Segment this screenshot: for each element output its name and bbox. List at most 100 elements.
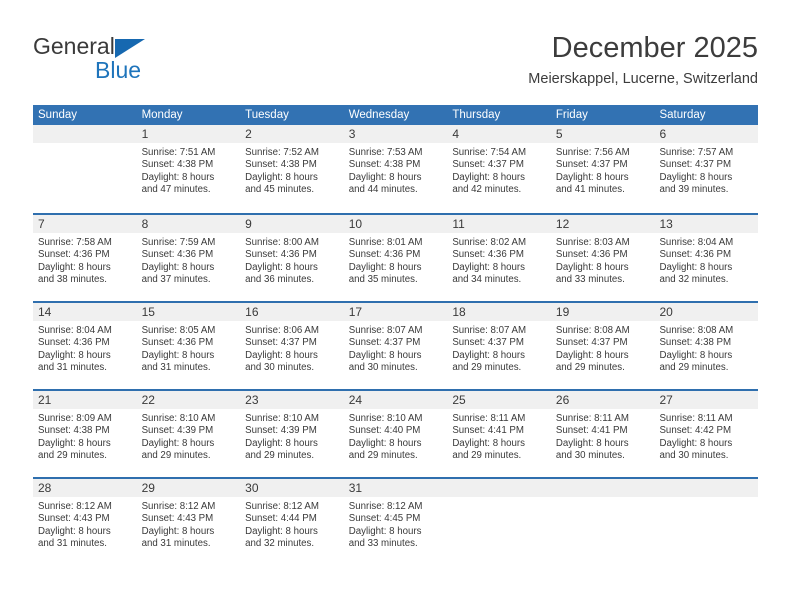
day-info: Sunrise: 8:10 AM Sunset: 4:39 PM Daylight:… — [240, 409, 344, 463]
daylight-text-line1: Daylight: 8 hours — [555, 261, 629, 273]
day-info: Sunrise: 8:08 AM Sunset: 4:38 PM Daylight:… — [654, 321, 758, 375]
daylight-text-line1: Daylight: 8 hours — [245, 261, 318, 273]
daylight-text-line2: and 47 minutes. — [141, 184, 211, 196]
day-cell[interactable]: 5 Sunrise: 7:56 AM Sunset: 4:37 PM Daylight… — [550, 125, 655, 213]
sunset-text: Sunset: 4:40 PM — [348, 425, 421, 437]
sunrise-text: Sunrise: 8:10 AM — [245, 413, 319, 424]
week-row: 1 Sunrise: 7:51 AM Sunset: 4:38 PM Daylight… — [33, 125, 759, 213]
sunset-text: Sunset: 4:37 PM — [659, 159, 732, 171]
day-cell[interactable]: 25 Sunrise: 8:11 AM Sunset: 4:41 PM Dayligh… — [447, 391, 551, 477]
day-cell[interactable]: 6 Sunrise: 7:57 AM Sunset: 4:37 PM Daylight… — [654, 125, 759, 213]
day-number: 29 — [136, 479, 241, 497]
day-info: Sunrise: 7:57 AM Sunset: 4:37 PM Daylight:… — [654, 143, 758, 197]
daylight-text-line1: Daylight: 8 hours — [38, 261, 111, 273]
day-cell[interactable]: 22 Sunrise: 8:10 AM Sunset: 4:39 PM Dayligh… — [136, 391, 241, 477]
day-cell[interactable]: 17 Sunrise: 8:07 AM Sunset: 4:37 PM Dayligh… — [343, 303, 448, 389]
day-info: Sunrise: 8:08 AM Sunset: 4:37 PM Daylight:… — [551, 321, 655, 375]
daylight-text-line1: Daylight: 8 hours — [348, 349, 422, 361]
page-header: General Blue December 2025 Meierskappel,… — [33, 30, 758, 96]
sunset-text: Sunset: 4:38 PM — [245, 159, 317, 171]
day-cell[interactable]: 16 Sunrise: 8:06 AM Sunset: 4:37 PM Dayligh… — [240, 303, 344, 389]
day-info: Sunrise: 7:51 AM Sunset: 4:38 PM Daylight:… — [137, 143, 241, 197]
day-cell[interactable]: 11 Sunrise: 8:02 AM Sunset: 4:36 PM Dayligh… — [447, 215, 551, 301]
calendar-grid: Sunday Monday Tuesday Wednesday Thursday Frid… — [33, 105, 759, 565]
day-cell[interactable]: 8 Sunrise: 7:59 AM Sunset: 4:36 PM Daylight… — [136, 215, 241, 301]
day-number — [550, 479, 655, 497]
day-cell[interactable]: 13 Sunrise: 8:04 AM Sunset: 4:36 PM Dayligh… — [654, 215, 759, 301]
day-number: 25 — [447, 391, 551, 409]
sunset-text: Sunset: 4:44 PM — [245, 513, 317, 525]
sunrise-text: Sunrise: 8:08 AM — [659, 325, 734, 336]
general-blue-logo[interactable]: General Blue — [33, 34, 233, 90]
sunrise-text: Sunrise: 8:12 AM — [245, 501, 319, 512]
day-cell-empty — [550, 479, 655, 565]
day-cell[interactable]: 27 Sunrise: 8:11 AM Sunset: 4:42 PM Dayligh… — [654, 391, 759, 477]
day-cell[interactable]: 4 Sunrise: 7:54 AM Sunset: 4:37 PM Daylight… — [447, 125, 551, 213]
day-cell[interactable]: 12 Sunrise: 8:03 AM Sunset: 4:36 PM Dayligh… — [550, 215, 655, 301]
sunset-text: Sunset: 4:36 PM — [141, 337, 214, 349]
day-info: Sunrise: 7:53 AM Sunset: 4:38 PM Daylight:… — [344, 143, 448, 197]
daylight-text-line2: and 31 minutes. — [141, 538, 211, 550]
sunrise-text: Sunrise: 7:54 AM — [452, 147, 527, 158]
daylight-text-line2: and 29 minutes. — [141, 450, 211, 462]
sunrise-text: Sunrise: 8:11 AM — [452, 413, 526, 424]
week-row: 14 Sunrise: 8:04 AM Sunset: 4:36 PM Dayligh… — [33, 301, 759, 389]
daylight-text-line2: and 29 minutes. — [659, 362, 729, 374]
daylight-text-line2: and 29 minutes. — [555, 362, 625, 374]
page-title: December 2025 — [551, 32, 758, 64]
day-cell[interactable]: 24 Sunrise: 8:10 AM Sunset: 4:40 PM Dayligh… — [343, 391, 448, 477]
triangle-icon — [115, 39, 145, 58]
day-cell[interactable]: 23 Sunrise: 8:10 AM Sunset: 4:39 PM Dayligh… — [240, 391, 344, 477]
day-number: 2 — [240, 125, 344, 143]
day-cell[interactable]: 15 Sunrise: 8:05 AM Sunset: 4:36 PM Dayligh… — [136, 303, 241, 389]
daylight-text-line1: Daylight: 8 hours — [38, 525, 111, 537]
title-block: December 2025 Meierskappel, Lucerne, Swi… — [528, 30, 758, 89]
day-number: 20 — [654, 303, 759, 321]
day-cell[interactable]: 29 Sunrise: 8:12 AM Sunset: 4:43 PM Dayligh… — [136, 479, 241, 565]
day-info: Sunrise: 8:12 AM Sunset: 4:44 PM Daylight:… — [240, 497, 344, 551]
day-cell[interactable]: 14 Sunrise: 8:04 AM Sunset: 4:36 PM Dayligh… — [33, 303, 137, 389]
day-cell[interactable]: 31 Sunrise: 8:12 AM Sunset: 4:45 PM Dayligh… — [343, 479, 448, 565]
day-number: 24 — [343, 391, 448, 409]
daylight-text-line1: Daylight: 8 hours — [38, 349, 111, 361]
sunrise-text: Sunrise: 8:04 AM — [659, 237, 734, 248]
day-cell[interactable]: 20 Sunrise: 8:08 AM Sunset: 4:38 PM Dayligh… — [654, 303, 759, 389]
daylight-text-line1: Daylight: 8 hours — [141, 525, 215, 537]
day-cell[interactable]: 2 Sunrise: 7:52 AM Sunset: 4:38 PM Daylight… — [240, 125, 344, 213]
daylight-text-line2: and 30 minutes. — [659, 450, 729, 462]
daylight-text-line1: Daylight: 8 hours — [245, 437, 318, 449]
sunset-text: Sunset: 4:37 PM — [245, 337, 317, 349]
day-cell[interactable]: 10 Sunrise: 8:01 AM Sunset: 4:36 PM Dayligh… — [343, 215, 448, 301]
sunrise-text: Sunrise: 8:11 AM — [659, 413, 733, 424]
daylight-text-line1: Daylight: 8 hours — [555, 171, 629, 183]
day-cell[interactable]: 30 Sunrise: 8:12 AM Sunset: 4:44 PM Dayligh… — [240, 479, 344, 565]
day-number: 28 — [33, 479, 137, 497]
day-number: 22 — [136, 391, 241, 409]
weekday-header-wednesday: Wednesday — [348, 109, 410, 121]
daylight-text-line1: Daylight: 8 hours — [659, 349, 733, 361]
daylight-text-line1: Daylight: 8 hours — [245, 525, 318, 537]
day-cell[interactable]: 9 Sunrise: 8:00 AM Sunset: 4:36 PM Daylight… — [240, 215, 344, 301]
sunrise-text: Sunrise: 8:12 AM — [348, 501, 423, 512]
daylight-text-line2: and 33 minutes. — [555, 274, 625, 286]
day-cell[interactable]: 18 Sunrise: 8:07 AM Sunset: 4:37 PM Dayligh… — [447, 303, 551, 389]
day-cell[interactable]: 19 Sunrise: 8:08 AM Sunset: 4:37 PM Dayligh… — [550, 303, 655, 389]
daylight-text-line2: and 32 minutes. — [245, 538, 315, 550]
day-cell[interactable]: 7 Sunrise: 7:58 AM Sunset: 4:36 PM Daylight… — [33, 215, 137, 301]
day-cell[interactable]: 21 Sunrise: 8:09 AM Sunset: 4:38 PM Dayligh… — [33, 391, 137, 477]
sunset-text: Sunset: 4:41 PM — [452, 425, 524, 437]
sunset-text: Sunset: 4:41 PM — [555, 425, 628, 437]
day-info: Sunrise: 7:58 AM Sunset: 4:36 PM Daylight:… — [33, 233, 137, 287]
day-cell[interactable]: 28 Sunrise: 8:12 AM Sunset: 4:43 PM Dayligh… — [33, 479, 137, 565]
day-cell[interactable]: 1 Sunrise: 7:51 AM Sunset: 4:38 PM Daylight… — [136, 125, 241, 213]
day-number: 4 — [447, 125, 551, 143]
day-info: Sunrise: 8:10 AM Sunset: 4:40 PM Daylight:… — [344, 409, 448, 463]
weekday-header-thursday: Thursday — [452, 109, 501, 121]
day-cell[interactable]: 26 Sunrise: 8:11 AM Sunset: 4:41 PM Dayligh… — [550, 391, 655, 477]
day-cell[interactable]: 3 Sunrise: 7:53 AM Sunset: 4:38 PM Daylight… — [343, 125, 448, 213]
day-number: 1 — [136, 125, 241, 143]
sunset-text: Sunset: 4:38 PM — [659, 337, 732, 349]
daylight-text-line2: and 29 minutes. — [348, 450, 418, 462]
daylight-text-line2: and 29 minutes. — [38, 450, 107, 462]
week-rows-container: 1 Sunrise: 7:51 AM Sunset: 4:38 PM Daylight… — [33, 125, 759, 565]
